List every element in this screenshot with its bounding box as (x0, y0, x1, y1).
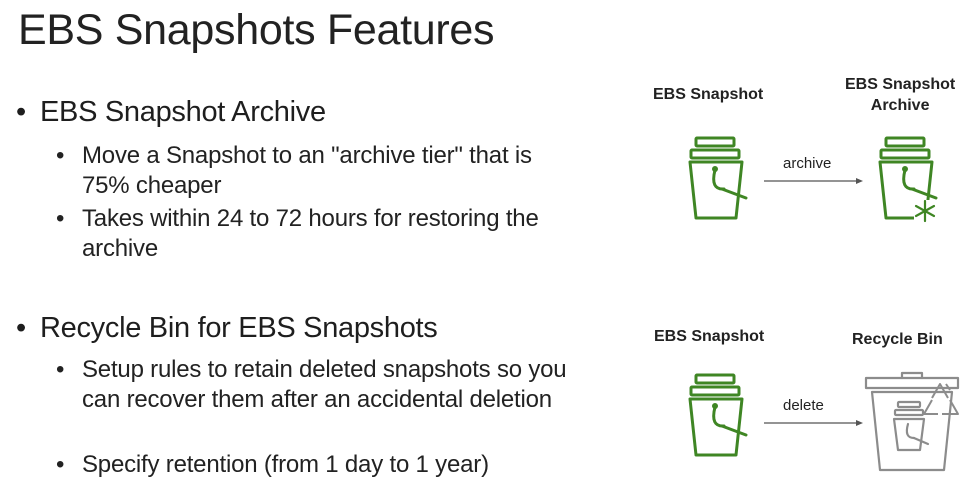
bullet-text: Specify retention (from 1 day to 1 year) (82, 451, 489, 478)
delete-target-label: Recycle Bin (852, 331, 943, 348)
snowflake-icon (914, 199, 936, 223)
ebs-snapshot-bucket-icon (688, 136, 748, 220)
ebs-snapshot-archive-icon (878, 136, 938, 223)
bullet: • (56, 451, 65, 478)
recycle-bin-icon (864, 371, 960, 472)
archive-target-label-line2: Archive (870, 97, 930, 114)
bullet: • (16, 96, 26, 128)
bullet-archive-tier: • Move a Snapshot to an "archive tier" t… (56, 141, 556, 201)
bullet: • (56, 142, 65, 169)
delete-source-label: EBS Snapshot (654, 328, 765, 345)
bullet-text: Takes within 24 to 72 hours for restorin… (82, 205, 539, 262)
archive-action-label: archive (783, 155, 832, 172)
bullet: • (56, 356, 65, 383)
bullet: • (56, 205, 65, 232)
bullet-text: Setup rules to retain deleted snapshots … (82, 356, 567, 413)
archive-arrow (764, 178, 863, 184)
bullet-text: Move a Snapshot to an "archive tier" tha… (82, 142, 532, 199)
delete-arrow (764, 420, 863, 426)
delete-action-label: delete (783, 397, 824, 414)
ebs-snapshot-bucket-icon (688, 373, 748, 457)
archive-target-label-line1: EBS Snapshot (845, 76, 956, 93)
bullet-restore-time: • Takes within 24 to 72 hours for restor… (56, 204, 556, 264)
bullet-retention-rules: • Setup rules to retain deleted snapshot… (56, 355, 576, 415)
archive-source-label: EBS Snapshot (653, 86, 764, 103)
heading-text: Recycle Bin for EBS Snapshots (40, 312, 438, 344)
bullet: • (16, 312, 26, 344)
heading-text: EBS Snapshot Archive (40, 96, 326, 128)
bullet-retention-period: • Specify retention (from 1 day to 1 yea… (56, 450, 556, 480)
archive-target-label: EBS Snapshot Archive (845, 74, 955, 116)
slide-title: EBS Snapshots Features (18, 6, 495, 54)
